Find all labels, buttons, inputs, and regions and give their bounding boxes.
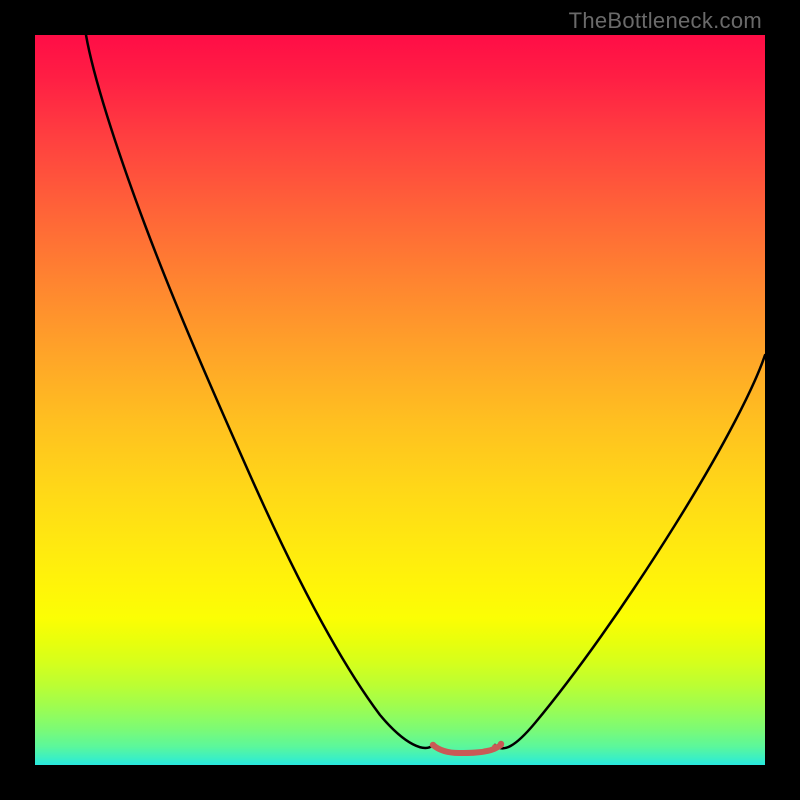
bottleneck-curve bbox=[86, 35, 765, 748]
watermark-text: TheBottleneck.com bbox=[569, 8, 762, 34]
valley-marker bbox=[430, 741, 504, 756]
chart-frame: TheBottleneck.com bbox=[0, 0, 800, 800]
curve-layer bbox=[35, 35, 765, 765]
plot-area bbox=[35, 35, 765, 765]
